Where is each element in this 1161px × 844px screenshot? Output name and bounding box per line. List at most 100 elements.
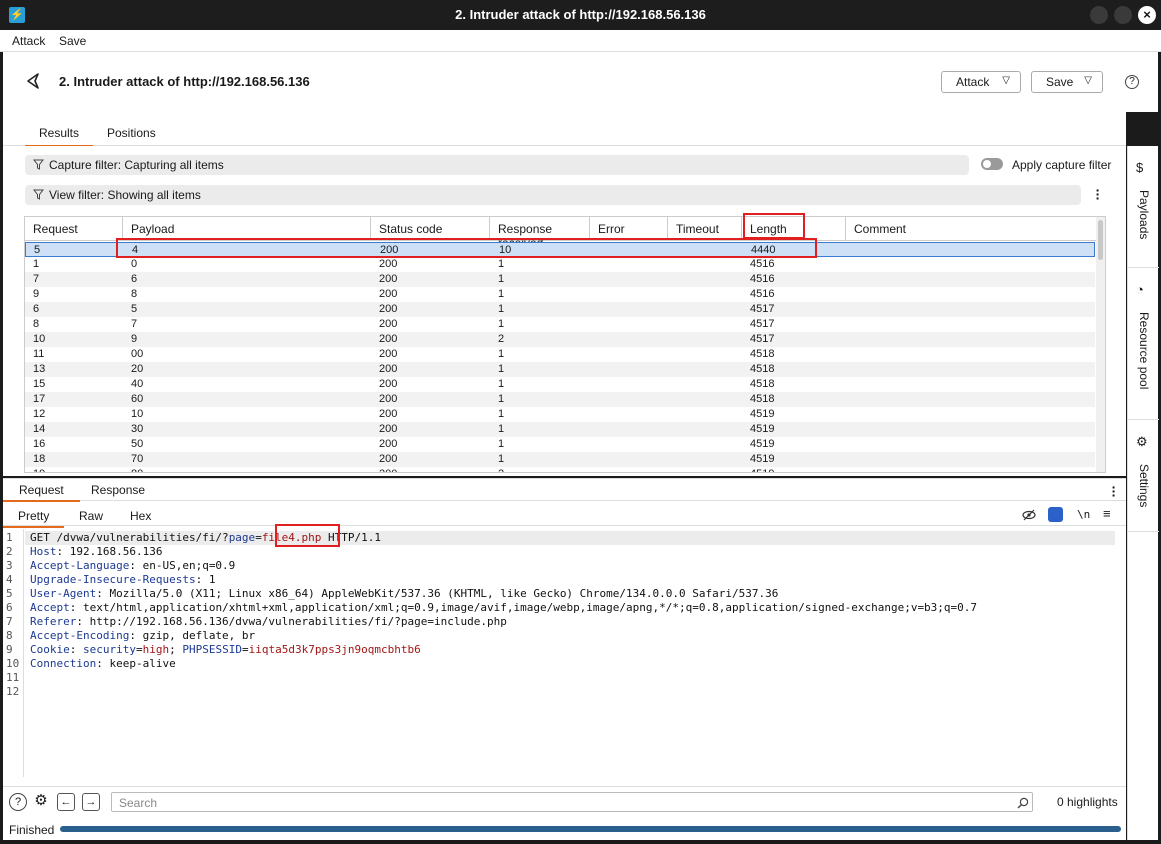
help-icon[interactable]: ? xyxy=(1125,75,1139,89)
highlights-count: 0 highlights xyxy=(1057,795,1118,809)
attack-button[interactable]: Attack ▽ xyxy=(941,71,1021,93)
menu-attack[interactable]: Attack xyxy=(12,34,45,48)
cell-request: 1 xyxy=(33,258,40,270)
cell-length: 4517 xyxy=(750,333,775,345)
search-icon[interactable] xyxy=(1017,797,1029,809)
minimize-button[interactable] xyxy=(1090,6,1108,24)
cell-status-code: 200 xyxy=(379,333,398,345)
cell-status-code: 200 xyxy=(379,453,398,465)
table-row[interactable]: 17 60 200 1 4518 xyxy=(25,392,1095,407)
menu-icon[interactable]: ≡ xyxy=(1103,506,1111,521)
apply-capture-filter-label: Apply capture filter xyxy=(1012,158,1112,172)
newline-toggle[interactable]: \n xyxy=(1077,508,1090,521)
back-arrow-icon[interactable]: ← xyxy=(57,793,75,811)
request-line-9: Cookie: security=high; PHPSESSID=iiqta5d… xyxy=(30,643,421,656)
cell-response-received: 1 xyxy=(498,438,505,450)
table-row[interactable]: 14 30 200 1 4519 xyxy=(25,422,1095,437)
scrollbar-thumb[interactable] xyxy=(1098,220,1103,260)
request-line-10: Connection: keep-alive xyxy=(30,657,176,670)
cell-response-received: 1 xyxy=(498,408,505,420)
cell-payload: 20 xyxy=(131,363,144,375)
apply-capture-filter-toggle[interactable] xyxy=(981,158,1003,170)
more-options-icon[interactable]: · · · xyxy=(1111,480,1117,502)
table-scrollbar[interactable] xyxy=(1096,217,1105,472)
chevron-down-icon: ▽ xyxy=(1084,75,1092,86)
highlight-length-header xyxy=(743,213,805,239)
line-number: 11 xyxy=(6,671,20,684)
tab-request[interactable]: Request xyxy=(3,483,80,502)
message-tabs: Request Response · · · xyxy=(3,479,1126,502)
cell-length: 4519 xyxy=(750,408,775,420)
search-input[interactable]: Search xyxy=(111,792,1033,812)
table-row[interactable]: 13 20 200 1 4518 xyxy=(25,362,1095,377)
close-button[interactable]: × xyxy=(1138,6,1156,24)
table-row[interactable]: 18 70 200 1 4519 xyxy=(25,452,1095,467)
sidebar-tab-settings[interactable]: ⚙ Settings xyxy=(1128,420,1159,532)
table-row[interactable]: 16 50 200 1 4519 xyxy=(25,437,1095,452)
filter-icon xyxy=(33,159,44,170)
help-icon[interactable]: ? xyxy=(9,793,27,811)
table-row[interactable]: 8 7 200 1 4517 xyxy=(25,317,1095,332)
view-filter-label: View filter: Showing all items xyxy=(49,188,201,202)
table-row[interactable]: 11 00 200 1 4518 xyxy=(25,347,1095,362)
table-row[interactable]: 15 40 200 1 4518 xyxy=(25,377,1095,392)
resource-pool-icon: ◔ xyxy=(1136,282,1144,297)
cell-request: 15 xyxy=(33,378,46,390)
maximize-button[interactable] xyxy=(1114,6,1132,24)
request-line-6: Accept: text/html,application/xhtml+xml,… xyxy=(30,601,978,614)
sidebar-tab-payloads[interactable]: $ Payloads xyxy=(1128,146,1159,268)
request-editor[interactable]: 1 2 3 4 5 6 7 8 9 10 11 12 GET /dvwa/vulnerabilitie… xyxy=(3,529,1126,777)
cell-request: 18 xyxy=(33,453,46,465)
capture-filter-label: Capture filter: Capturing all items xyxy=(49,158,224,172)
hide-icon[interactable] xyxy=(1022,508,1036,522)
menu-save[interactable]: Save xyxy=(59,34,86,48)
progress-fill xyxy=(60,826,1121,832)
cell-length: 4519 xyxy=(750,423,775,435)
table-row[interactable]: 9 8 200 1 4516 xyxy=(25,287,1095,302)
cell-response-received: 1 xyxy=(498,363,505,375)
table-row[interactable]: 10 9 200 2 4517 xyxy=(25,332,1095,347)
table-row[interactable]: 19 80 200 2 4519 xyxy=(25,467,1095,472)
intruder-icon xyxy=(27,73,39,89)
table-row[interactable]: 6 5 200 1 4517 xyxy=(25,302,1095,317)
tab-hex[interactable]: Hex xyxy=(130,509,151,523)
save-button-label: Save xyxy=(1046,75,1074,89)
more-options-icon[interactable]: · · · xyxy=(1095,183,1101,205)
message-viewer: Request Response · · · Pretty Raw Hex \n ≡… xyxy=(3,478,1126,840)
chevron-down-icon: ▽ xyxy=(1002,75,1010,86)
line-number: 3 xyxy=(6,559,13,572)
cell-request: 10 xyxy=(33,333,46,345)
view-filter-bar[interactable]: View filter: Showing all items xyxy=(25,185,1081,205)
save-button[interactable]: Save ▽ xyxy=(1031,71,1103,93)
cell-status-code: 200 xyxy=(379,423,398,435)
tab-positions[interactable]: Positions xyxy=(107,126,156,140)
forward-arrow-icon[interactable]: → xyxy=(82,793,100,811)
table-row[interactable]: 12 10 200 1 4519 xyxy=(25,407,1095,422)
gear-icon[interactable]: ⚙ xyxy=(32,793,50,811)
tab-response[interactable]: Response xyxy=(91,483,145,497)
cell-request: 7 xyxy=(33,273,40,285)
table-row[interactable]: 7 6 200 1 4516 xyxy=(25,272,1095,287)
tab-pretty[interactable]: Pretty xyxy=(3,509,65,528)
sidebar-tab-resource-pool[interactable]: ◔ Resource pool xyxy=(1128,268,1159,420)
line-number: 2 xyxy=(6,545,13,558)
cell-length: 4519 xyxy=(750,468,774,472)
cell-status-code: 200 xyxy=(379,288,398,300)
search-bar: ? ⚙ ← → Search 0 highlights xyxy=(3,786,1126,816)
cell-status-code: 200 xyxy=(379,318,398,330)
cell-request: 16 xyxy=(33,438,46,450)
cell-response-received: 2 xyxy=(498,333,505,345)
tab-raw[interactable]: Raw xyxy=(79,509,103,523)
status-text: Finished xyxy=(9,823,55,837)
table-row[interactable]: 1 0 200 1 4516 xyxy=(25,257,1095,272)
highlight-page-value xyxy=(275,524,340,547)
capture-filter-bar[interactable]: Capture filter: Capturing all items xyxy=(25,155,969,175)
tab-results[interactable]: Results xyxy=(25,126,94,147)
sidebar-resource-pool-label: Resource pool xyxy=(1137,312,1151,390)
column-header-request[interactable]: Request xyxy=(25,217,123,241)
request-line-8: Accept-Encoding: gzip, deflate, br xyxy=(30,629,256,642)
column-header-comment[interactable]: Comment xyxy=(846,217,1097,241)
cell-payload: 00 xyxy=(131,348,144,360)
wrap-lines-icon[interactable] xyxy=(1048,507,1063,522)
cell-payload: 70 xyxy=(131,453,144,465)
